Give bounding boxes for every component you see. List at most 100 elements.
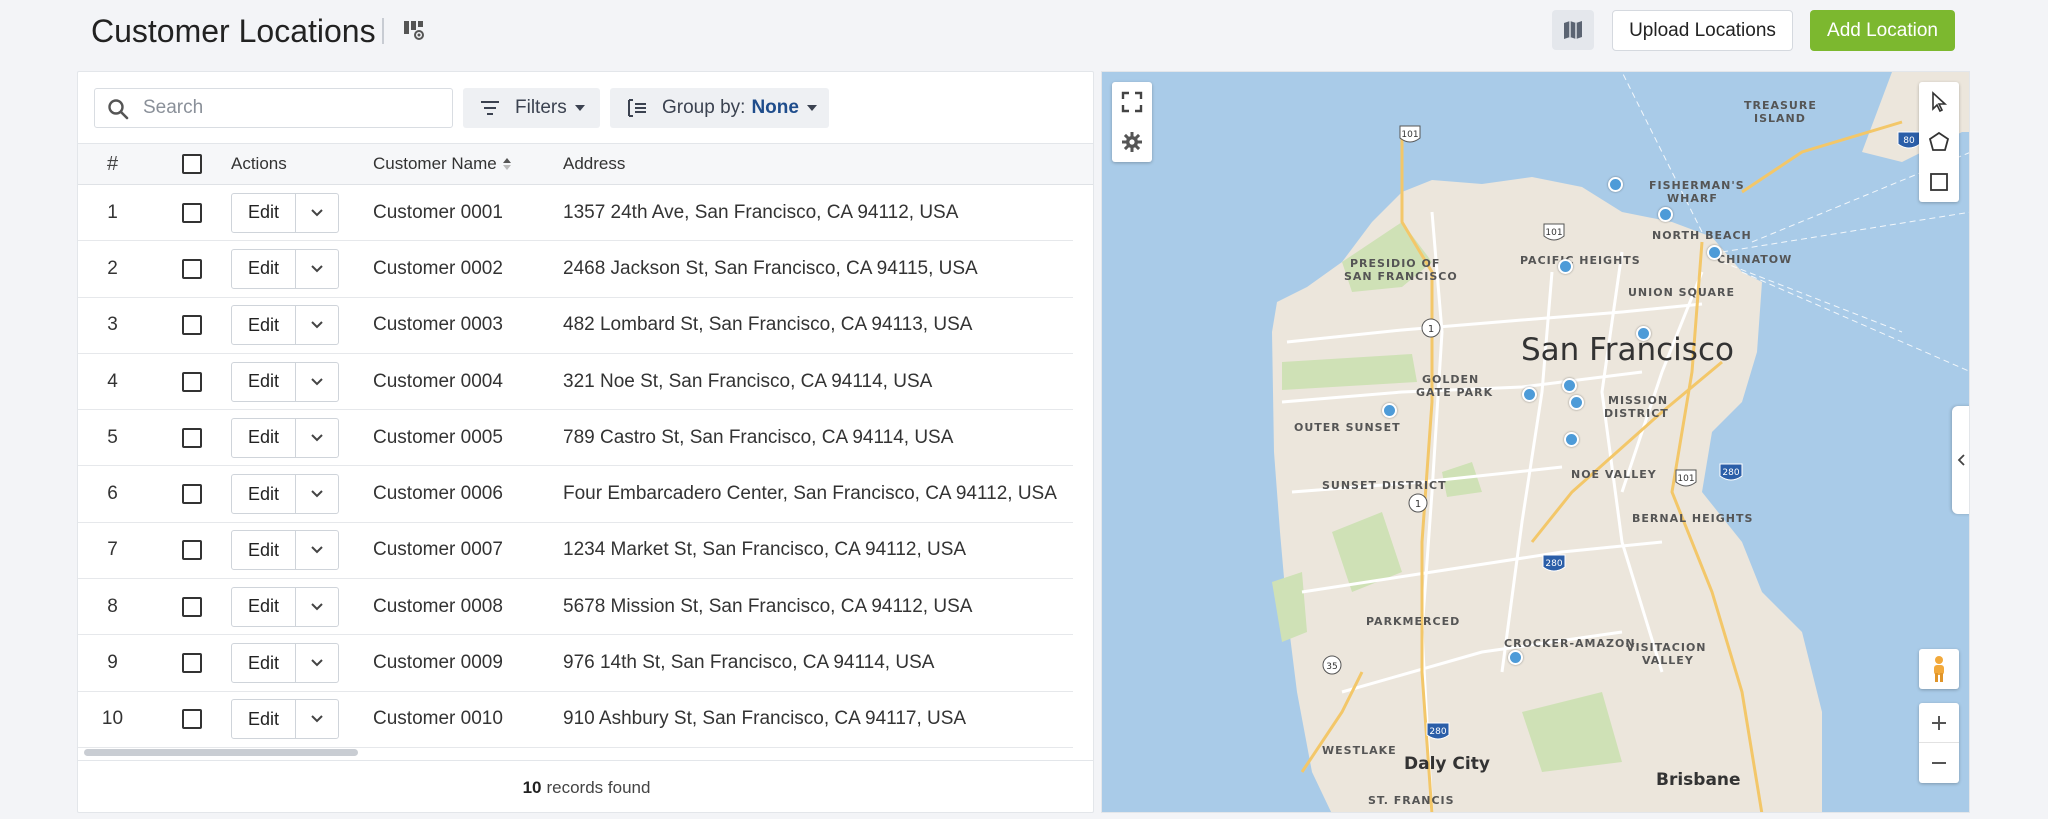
edit-button[interactable]: Edit: [232, 418, 296, 457]
row-number: 2: [107, 257, 118, 279]
row-checkbox[interactable]: [182, 315, 202, 336]
map-top-left-controls: [1112, 82, 1152, 162]
collapse-panel-tab[interactable]: [1952, 406, 1969, 514]
svg-text:280: 280: [1722, 468, 1739, 478]
actions-dropdown-button[interactable]: [296, 475, 338, 513]
location-pin[interactable]: [1508, 650, 1523, 665]
zoom-in-button[interactable]: [1919, 703, 1959, 743]
zoom-out-button[interactable]: [1919, 743, 1959, 783]
actions-dropdown-button[interactable]: [296, 588, 338, 626]
fullscreen-button[interactable]: [1112, 82, 1152, 122]
column-header-customer-name[interactable]: Customer Name: [373, 144, 511, 184]
map-label-mission-district: DISTRICT: [1604, 407, 1669, 420]
search-box[interactable]: [94, 88, 453, 128]
highway-shield: 1: [1408, 493, 1428, 513]
polygon-tool-button[interactable]: [1919, 122, 1959, 162]
customer-address: 321 Noe St, San Francisco, CA 94114, USA: [563, 370, 933, 392]
edit-button[interactable]: Edit: [232, 249, 296, 288]
actions-dropdown-button[interactable]: [296, 194, 338, 232]
table-body: 1 Edit Customer 0001 1357 24th Ave, San …: [78, 185, 1073, 748]
row-checkbox[interactable]: [182, 371, 202, 392]
map-panel[interactable]: 101 101 1 1 101 280 280 280 35 80 TREASU…: [1101, 71, 1970, 813]
row-checkbox[interactable]: [182, 427, 202, 448]
customer-address: 482 Lombard St, San Francisco, CA 94113,…: [563, 314, 973, 336]
edit-button[interactable]: Edit: [232, 587, 296, 626]
edit-button[interactable]: Edit: [232, 362, 296, 401]
map-label-fishermans-wharf: WHARF: [1667, 192, 1718, 205]
chevron-down-icon: [311, 546, 323, 554]
records-label: records found: [546, 777, 651, 797]
customer-name: Customer 0010: [373, 708, 503, 730]
row-checkbox[interactable]: [182, 202, 202, 223]
row-checkbox[interactable]: [182, 709, 202, 730]
location-pin[interactable]: [1522, 387, 1537, 402]
actions-dropdown-button[interactable]: [296, 419, 338, 457]
edit-button[interactable]: Edit: [232, 700, 296, 739]
map-label-treasure-island: ISLAND: [1754, 112, 1806, 125]
rectangle-tool-button[interactable]: [1919, 162, 1959, 202]
edit-button[interactable]: Edit: [232, 644, 296, 683]
row-number: 5: [107, 426, 118, 448]
street-view-button[interactable]: [1919, 649, 1959, 689]
map-label-outer-sunset: OUTER SUNSET: [1294, 421, 1401, 434]
map-settings-button[interactable]: [1112, 122, 1152, 162]
svg-text:80: 80: [1903, 136, 1915, 146]
row-number: 3: [107, 314, 118, 336]
table-row: 7 Edit Customer 0007 1234 Market St, San…: [78, 523, 1073, 580]
row-number: 1: [107, 201, 118, 223]
edit-button[interactable]: Edit: [232, 193, 296, 232]
search-input[interactable]: [141, 89, 441, 127]
customer-name: Customer 0002: [373, 257, 503, 279]
row-actions: Edit: [231, 248, 339, 289]
row-checkbox[interactable]: [182, 540, 202, 561]
location-pin[interactable]: [1707, 245, 1722, 260]
row-number: 7: [107, 539, 118, 561]
map-view-toggle[interactable]: [1552, 10, 1594, 50]
location-pin[interactable]: [1658, 207, 1673, 222]
map-label-bernal-heights: BERNAL HEIGHTS: [1632, 512, 1754, 525]
location-pin[interactable]: [1382, 403, 1397, 418]
row-number: 4: [107, 370, 118, 392]
svg-text:280: 280: [1545, 559, 1562, 569]
row-actions: Edit: [231, 361, 339, 402]
row-checkbox[interactable]: [182, 484, 202, 505]
layout-grid-icon[interactable]: [402, 18, 428, 44]
edit-button[interactable]: Edit: [232, 531, 296, 570]
add-location-button[interactable]: Add Location: [1810, 10, 1955, 51]
table-row: 5 Edit Customer 0005 789 Castro St, San …: [78, 410, 1073, 467]
upload-locations-button[interactable]: Upload Locations: [1612, 10, 1793, 51]
row-checkbox[interactable]: [182, 258, 202, 279]
actions-dropdown-button[interactable]: [296, 531, 338, 569]
location-pin[interactable]: [1636, 326, 1651, 341]
row-actions: Edit: [231, 530, 339, 571]
edit-button[interactable]: Edit: [232, 475, 296, 514]
location-pin[interactable]: [1569, 395, 1584, 410]
actions-dropdown-button[interactable]: [296, 250, 338, 288]
select-all-checkbox[interactable]: [182, 154, 202, 174]
map-label-noe-valley: NOE VALLEY: [1571, 468, 1657, 481]
records-count: 10: [522, 777, 542, 797]
actions-dropdown-button[interactable]: [296, 644, 338, 682]
row-checkbox[interactable]: [182, 653, 202, 674]
row-checkbox[interactable]: [182, 596, 202, 617]
map-canvas[interactable]: 101 101 1 1 101 280 280 280 35 80: [1102, 72, 1970, 813]
edit-button[interactable]: Edit: [232, 306, 296, 345]
chevron-down-icon: [311, 715, 323, 723]
horizontal-scrollbar[interactable]: [84, 749, 358, 756]
group-by-dropdown[interactable]: Group by: None: [610, 88, 829, 128]
row-actions: Edit: [231, 192, 339, 233]
filters-button[interactable]: Filters: [463, 88, 600, 128]
select-tool-button[interactable]: [1919, 82, 1959, 122]
location-pin[interactable]: [1558, 259, 1573, 274]
map-label-sunset-district: SUNSET DISTRICT: [1322, 479, 1447, 492]
actions-dropdown-button[interactable]: [296, 363, 338, 401]
actions-dropdown-button[interactable]: [296, 306, 338, 344]
location-pin[interactable]: [1564, 432, 1579, 447]
location-pin[interactable]: [1608, 177, 1623, 192]
location-pin[interactable]: [1562, 378, 1577, 393]
row-number: 6: [107, 483, 118, 505]
plus-icon: [1932, 715, 1946, 730]
customer-name: Customer 0007: [373, 539, 503, 561]
actions-dropdown-button[interactable]: [296, 700, 338, 738]
table-row: 10 Edit Customer 0010 910 Ashbury St, Sa…: [78, 692, 1073, 748]
